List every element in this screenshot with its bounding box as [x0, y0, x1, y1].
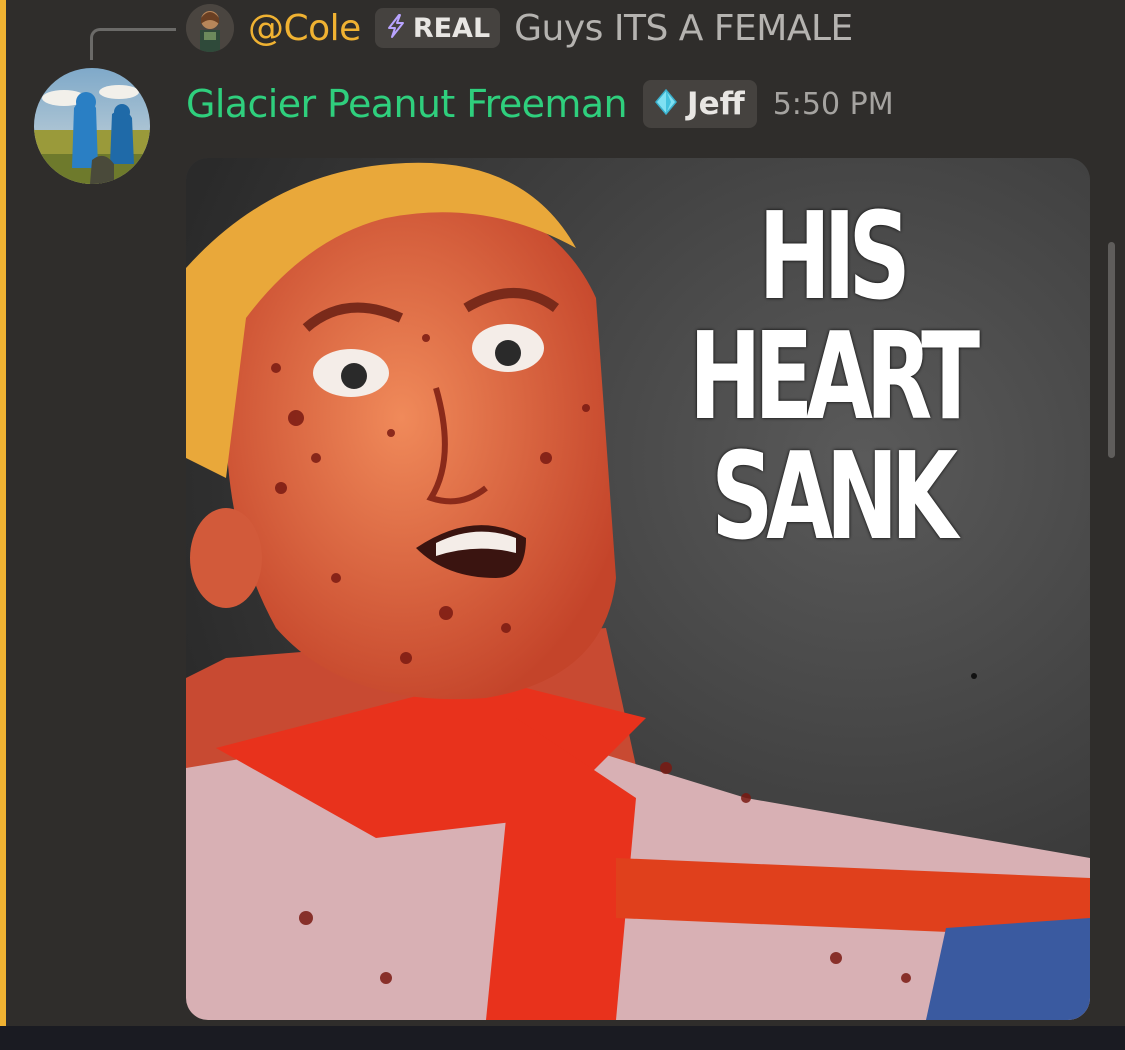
- mention-highlight-bar: [0, 0, 6, 1026]
- image-attachment[interactable]: HIS HEART SANK: [186, 158, 1090, 1020]
- clan-tag[interactable]: Jeff: [643, 80, 757, 128]
- reply-text[interactable]: Guys ITS A FEMALE: [514, 8, 853, 49]
- reply-server-tag[interactable]: REAL: [374, 8, 501, 48]
- reply-tag-label: REAL: [412, 12, 491, 44]
- author-avatar[interactable]: [34, 68, 150, 184]
- reply-preview[interactable]: @Cole REAL Guys ITS A FEMALE: [186, 0, 853, 56]
- scrollbar-thumb[interactable]: [1108, 242, 1115, 458]
- reply-connector: [90, 28, 176, 60]
- meme-caption: HIS HEART SANK: [662, 198, 1000, 558]
- message-container: @Cole REAL Guys ITS A FEMALE Glacier Pea…: [0, 0, 1125, 1026]
- meme-caption-line: HIS HEART: [689, 188, 980, 447]
- bottom-edge-bar: [0, 1026, 1125, 1050]
- water-drop-icon: [651, 87, 681, 121]
- lightning-icon: [383, 13, 409, 43]
- message-header: Glacier Peanut Freeman Jeff 5:50 PM: [186, 74, 894, 134]
- meme-caption-line: SANK: [711, 428, 958, 567]
- reply-username[interactable]: @Cole: [248, 8, 361, 49]
- message-timestamp[interactable]: 5:50 PM: [773, 87, 894, 122]
- clan-tag-label: Jeff: [687, 86, 745, 122]
- reply-avatar[interactable]: [186, 4, 234, 52]
- author-name[interactable]: Glacier Peanut Freeman: [186, 82, 628, 126]
